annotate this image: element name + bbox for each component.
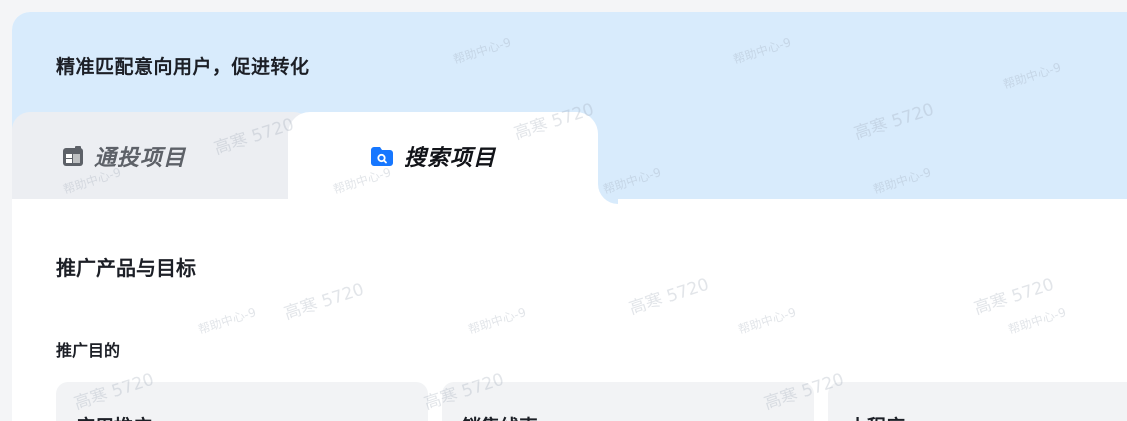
tab-general-project-label[interactable]: 通投项目 bbox=[62, 140, 186, 172]
watermark: 帮助中心-9 bbox=[466, 305, 528, 337]
tab-label-text: 搜索项目 bbox=[404, 146, 497, 171]
purpose-option-label: 应用推广 bbox=[76, 412, 152, 421]
purpose-option-label: 小程序 bbox=[848, 412, 905, 421]
purpose-label: 推广目的 bbox=[56, 341, 121, 360]
watermark: 帮助中心-9 bbox=[1006, 305, 1068, 337]
campaign-type-panel: 精准匹配意向用户，促进转化 通投项目 搜索项目 推广产品与目标 推广目的 应用推… bbox=[12, 12, 1127, 421]
watermark: 高寒 5720 bbox=[971, 274, 1057, 320]
purpose-option-leads[interactable]: 销售线索 bbox=[442, 382, 814, 421]
watermark: 高寒 5720 bbox=[626, 274, 712, 320]
purpose-option-miniprogram[interactable]: 小程序 bbox=[828, 382, 1127, 421]
purpose-option-label: 销售线索 bbox=[462, 412, 538, 421]
watermark: 高寒 5720 bbox=[281, 279, 367, 325]
grid-icon bbox=[63, 146, 83, 166]
banner-title: 精准匹配意向用户，促进转化 bbox=[56, 56, 310, 78]
search-folder-icon bbox=[371, 147, 393, 166]
tab-label-text: 通投项目 bbox=[94, 146, 187, 171]
tab-corner bbox=[598, 184, 618, 204]
section-title: 推广产品与目标 bbox=[56, 256, 196, 280]
tab-search-project-label[interactable]: 搜索项目 bbox=[370, 140, 496, 172]
watermark: 帮助中心-9 bbox=[196, 305, 258, 337]
purpose-option-app[interactable]: 应用推广 bbox=[56, 382, 428, 421]
watermark: 帮助中心-9 bbox=[736, 305, 798, 337]
